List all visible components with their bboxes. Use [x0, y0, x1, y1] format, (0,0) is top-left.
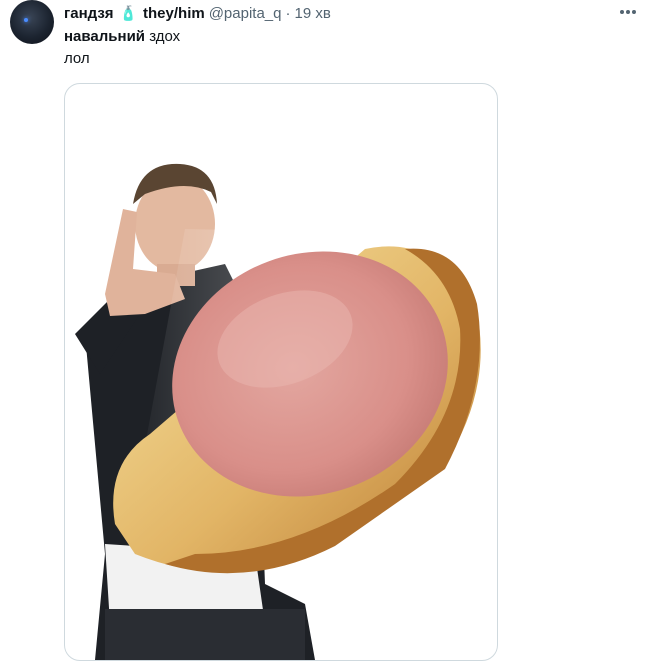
tweet-header: гандзя 🧴 they/him @papita_q · 19 хв [64, 3, 331, 23]
tweet-text-line-1: навальний здох [64, 28, 180, 45]
tweet-text-line-2: лол [64, 50, 90, 67]
author-pronouns[interactable]: they/him [143, 5, 205, 22]
author-handle[interactable]: @papita_q [209, 5, 282, 22]
tweet-media-image[interactable] [64, 83, 498, 661]
tweet-timestamp[interactable]: 19 хв [294, 5, 330, 22]
more-options-button[interactable] [618, 3, 638, 21]
tweet: гандзя 🧴 they/him @papita_q · 19 хв нава… [0, 0, 650, 668]
pride-emoji-icon: 🧴 [119, 4, 138, 21]
tweet-text-bold: навальний [64, 28, 146, 45]
more-dots-icon [620, 10, 636, 14]
separator-dot: · [285, 4, 291, 22]
person-jeans [105, 609, 305, 660]
meme-illustration [75, 163, 481, 660]
tweet-text-rest: здох [145, 28, 181, 45]
author-name[interactable]: гандзя [64, 5, 114, 22]
user-avatar[interactable] [10, 0, 54, 44]
